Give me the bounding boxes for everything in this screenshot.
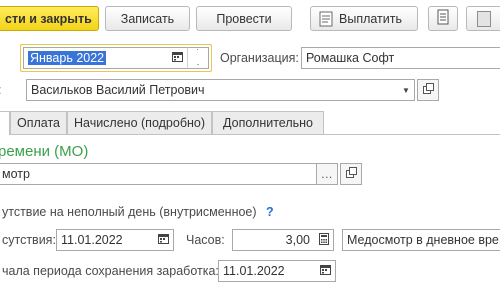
absence-reason-field[interactable]: мотр	[0, 163, 316, 185]
ellipsis-icon: ...	[321, 167, 333, 181]
hours-value: 3,00	[285, 233, 310, 247]
tab-additional-label: Дополнительно	[223, 116, 313, 130]
tab-payment[interactable]: Оплата	[10, 111, 67, 134]
partial-absence-type-field[interactable]: Медосмотр в дневное вре	[342, 229, 500, 251]
reason-select-button[interactable]: ...	[316, 163, 338, 185]
absence-date-label: сутствия:	[2, 233, 56, 247]
organization-field[interactable]: Ромашка Софт	[301, 47, 500, 69]
pay-button[interactable]: Выплатить	[310, 6, 418, 31]
calendar-icon	[320, 264, 331, 278]
post-label: Провести	[216, 11, 272, 26]
calendar-icon	[158, 233, 169, 247]
tab-additional[interactable]: Дополнительно	[212, 111, 324, 134]
hours-label: Часов:	[186, 233, 225, 247]
pay-icon	[319, 11, 333, 27]
chevron-down-icon: ▼	[402, 85, 410, 95]
help-icon[interactable]: ?	[266, 205, 274, 219]
calculator-icon	[318, 232, 329, 248]
post-button[interactable]: Провести	[196, 6, 292, 31]
save-button[interactable]: Записать	[105, 6, 190, 31]
partial-absence-type-value: Медосмотр в дневное вре	[347, 233, 499, 247]
post-and-close-button[interactable]: сти и закрыть	[0, 6, 99, 31]
save-label: Записать	[120, 11, 175, 26]
employee-label: :	[0, 83, 1, 97]
absence-date-calendar-button[interactable]	[154, 229, 174, 251]
salary-period-field[interactable]: 11.01.2022	[218, 260, 316, 282]
report-button[interactable]	[428, 6, 458, 31]
stepper-up-icon[interactable]: ˙	[188, 48, 208, 59]
tab-accrued-detailed-label: Начислено (подробно)	[73, 116, 205, 130]
employee-open-button[interactable]	[417, 79, 439, 101]
partial-day-label[interactable]: утствие на неполный день (внутрисменное)…	[2, 205, 274, 219]
tab-strip-baseline	[0, 134, 500, 135]
partial-day-text: утствие на неполный день (внутрисменное)	[2, 205, 257, 219]
tab-accrued-detailed[interactable]: Начислено (подробно)	[67, 111, 212, 134]
absence-date-value: 11.01.2022	[61, 233, 123, 247]
calendar-button[interactable]	[168, 47, 188, 69]
calendar-icon	[172, 51, 183, 65]
tab-payment-label: Оплата	[17, 116, 60, 130]
salary-period-label: чала периода сохранения заработка:	[2, 264, 219, 278]
document-list-icon	[437, 9, 449, 28]
hours-calculator-button[interactable]	[314, 229, 334, 251]
tab-main[interactable]	[0, 111, 10, 135]
section-title: ремени (МО)	[0, 143, 89, 160]
more-icon	[476, 10, 491, 27]
more-button[interactable]	[466, 6, 500, 31]
hours-field[interactable]: 3,00	[232, 229, 314, 251]
month-value: Январь 2022	[28, 51, 107, 65]
salary-period-value: 11.01.2022	[223, 264, 285, 278]
post-and-close-label: сти и закрыть	[5, 11, 92, 26]
employee-dropdown-button[interactable]: ▼	[398, 79, 415, 101]
reason-open-button[interactable]	[340, 163, 362, 185]
absence-date-field[interactable]: 11.01.2022	[56, 229, 154, 251]
stepper-down-icon[interactable]: ·	[188, 59, 208, 70]
month-stepper[interactable]: ˙ ·	[188, 47, 209, 69]
open-link-icon	[422, 83, 434, 97]
employee-field[interactable]: Васильков Василий Петрович	[26, 79, 398, 101]
pay-label: Выплатить	[339, 11, 403, 26]
salary-period-calendar-button[interactable]	[316, 260, 336, 282]
organization-label: Организация:	[220, 51, 299, 65]
employee-value: Васильков Василий Петрович	[31, 83, 205, 97]
open-link-icon	[345, 167, 357, 181]
organization-value: Ромашка Софт	[306, 51, 395, 65]
month-field[interactable]: Январь 2022	[23, 47, 168, 69]
absence-reason-value: мотр	[2, 167, 30, 181]
